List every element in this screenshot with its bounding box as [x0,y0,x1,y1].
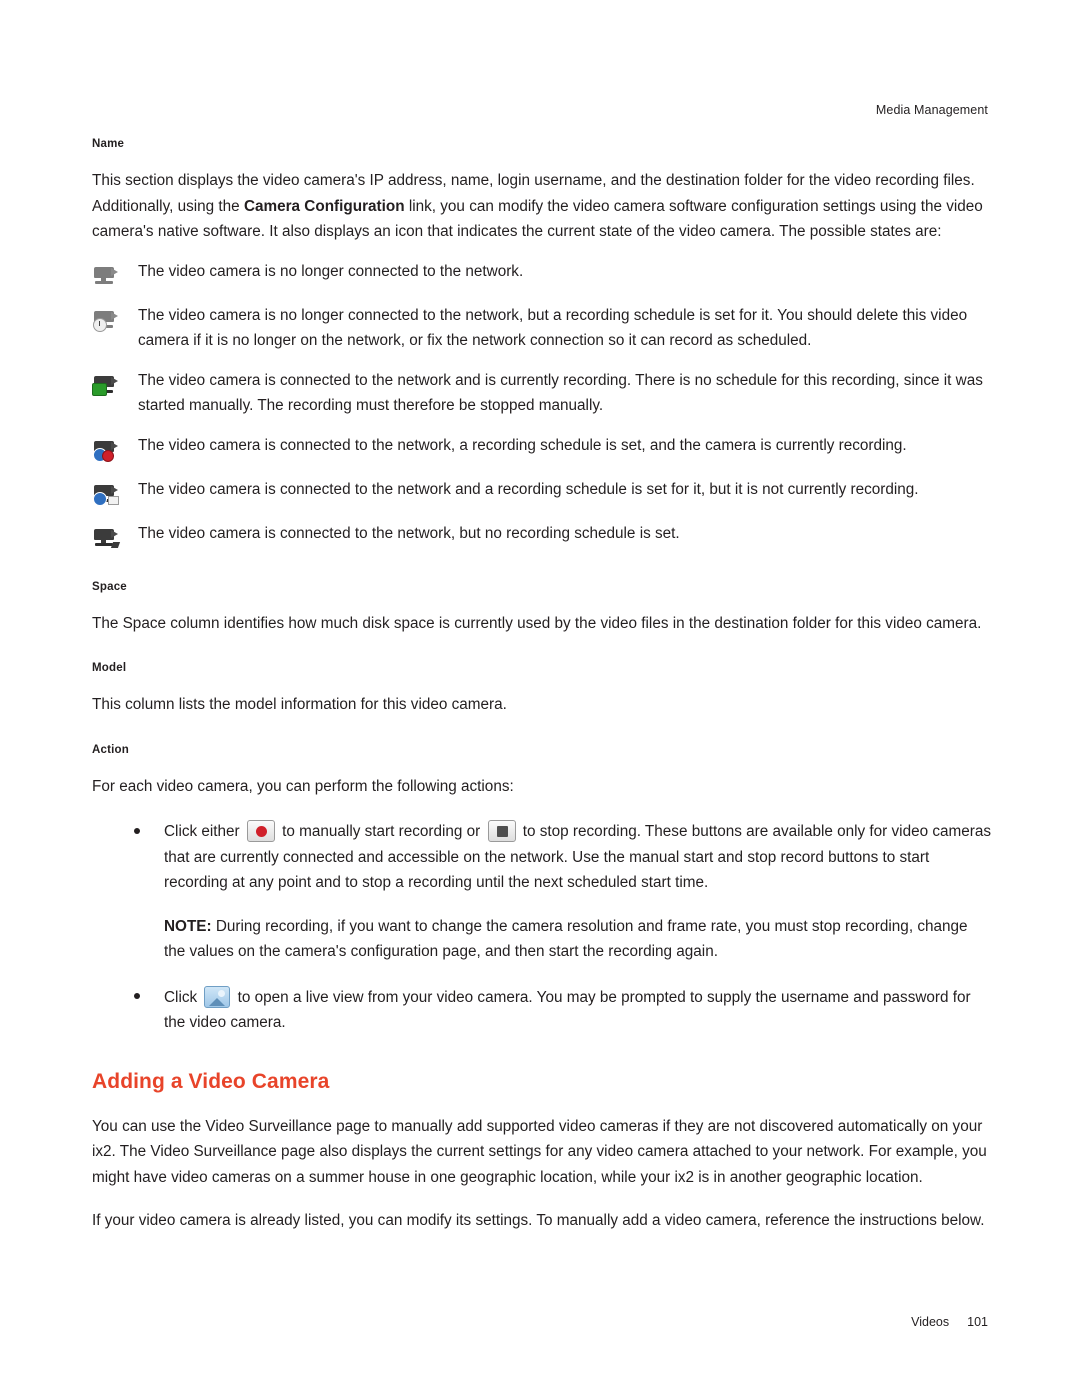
icon-cell [92,368,138,398]
icon-cell [92,477,138,507]
page-footer: Videos 101 [911,1315,988,1329]
bullet-marker [92,985,164,1036]
camera-scheduled-not-recording-icon [92,479,124,507]
list-item: Click either to manually start recording… [92,819,992,896]
state-description: The video camera is no longer connected … [138,262,524,280]
name-section-intro: This section displays the video camera's… [92,168,992,245]
section-heading-space: Space [92,580,127,593]
action-bullet-1: Click either to manually start recording… [164,819,992,896]
live-view-button[interactable] [204,985,231,1008]
bullet-marker [92,819,164,896]
space-section-text: The Space column identifies how much dis… [92,614,982,632]
section-heading-model: Model [92,662,127,674]
section-heading-action: Action [92,743,129,756]
icon-cell [92,433,138,463]
start-recording-button[interactable] [246,820,275,842]
adding-camera-paragraph-2: If your video camera is already listed, … [92,1212,985,1229]
camera-disconnected-icon [92,261,124,289]
camera-recording-manual-icon [92,370,124,398]
document-page: Media Management Name This section displ… [0,0,1080,1397]
model-section-text: This column lists the model information … [92,696,507,713]
state-row: The video camera is no longer connected … [92,303,992,354]
state-description: The video camera is connected to the net… [138,436,907,454]
bullet1-part2: to manually start recording or [277,823,485,840]
section-heading-name: Name [92,138,125,150]
page-header-right: Media Management [875,103,988,117]
stop-recording-button[interactable] [487,820,516,842]
footer-label: Videos [911,1315,950,1329]
state-row: The video camera is connected to the net… [92,368,992,419]
action-bullet-2: Click to open a live view from your vide… [164,985,992,1036]
icon-cell [92,259,138,289]
state-description: The video camera is no longer connected … [138,306,968,350]
state-description: The video camera is connected to the net… [138,524,680,542]
list-item: Click to open a live view from your vide… [92,985,992,1036]
state-row: The video camera is no longer connected … [92,259,992,289]
camera-connected-no-schedule-icon [92,523,124,551]
state-description: The video camera is connected to the net… [138,480,919,498]
state-row: The video camera is connected to the net… [92,433,992,463]
state-row: The video camera is connected to the net… [92,477,992,507]
page-title: Adding a Video Camera [92,1069,330,1093]
note-block: NOTE: During recording, if you want to c… [164,914,992,965]
note-text: During recording, if you want to change … [164,917,968,961]
state-row: The video camera is connected to the net… [92,521,992,551]
camera-configuration-link-text[interactable]: Camera Configuration [244,198,405,215]
note-label: NOTE: [164,917,212,935]
camera-disconnected-scheduled-icon [92,305,124,333]
bullet2-part2: to open a live view from your video came… [164,988,971,1032]
bullet2-part1: Click [164,988,202,1006]
action-section-intro: For each video camera, you can perform t… [92,777,514,795]
icon-cell [92,303,138,333]
footer-page-number: 101 [967,1315,988,1329]
adding-camera-paragraph-1: You can use the Video Surveillance page … [92,1117,987,1186]
bullet1-part1: Click either [164,823,244,840]
icon-cell [92,521,138,551]
state-description: The video camera is connected to the net… [138,371,983,415]
camera-recording-scheduled-icon [92,435,124,463]
page-content: Name This section displays the video cam… [92,138,992,1234]
